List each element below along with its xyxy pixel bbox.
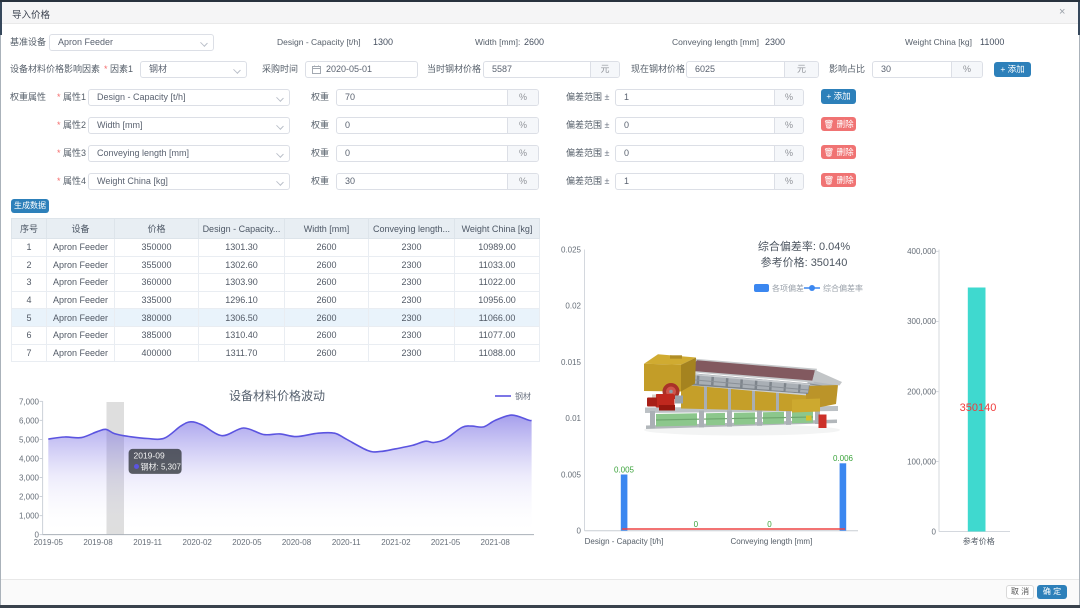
svg-text:0: 0 xyxy=(694,520,699,529)
svg-text:0: 0 xyxy=(577,527,582,536)
svg-text:参考价格: 350140: 参考价格: 350140 xyxy=(761,255,848,269)
svg-text:钢材: 5,307: 钢材: 5,307 xyxy=(141,461,182,471)
svg-text:Conveying length [mm]: Conveying length [mm] xyxy=(730,537,812,546)
svg-text:2020-02: 2020-02 xyxy=(183,538,213,547)
svg-text:2020-11: 2020-11 xyxy=(332,538,361,547)
svg-text:2021-08: 2021-08 xyxy=(481,538,511,547)
svg-text:2020-08: 2020-08 xyxy=(282,538,312,547)
svg-text:2019-09: 2019-09 xyxy=(134,451,165,461)
svg-text:Design - Capacity [t/h]: Design - Capacity [t/h] xyxy=(585,537,664,546)
svg-text:4,000: 4,000 xyxy=(19,454,40,463)
svg-text:5,000: 5,000 xyxy=(19,435,40,444)
svg-text:1,000: 1,000 xyxy=(19,511,40,520)
svg-text:参考价格: 参考价格 xyxy=(963,536,995,546)
svg-text:设备材料价格波动: 设备材料价格波动 xyxy=(229,388,325,403)
svg-text:0.015: 0.015 xyxy=(561,358,582,367)
svg-text:6,000: 6,000 xyxy=(19,416,40,425)
svg-text:综合偏差率: 综合偏差率 xyxy=(823,283,863,293)
svg-text:0.02: 0.02 xyxy=(565,302,581,311)
svg-text:0: 0 xyxy=(767,520,772,529)
svg-text:0.006: 0.006 xyxy=(833,454,854,463)
svg-text:综合偏差率: 0.04%: 综合偏差率: 0.04% xyxy=(758,239,851,253)
svg-text:2021-05: 2021-05 xyxy=(431,538,461,547)
svg-text:2021-02: 2021-02 xyxy=(381,538,411,547)
svg-text:2019-05: 2019-05 xyxy=(34,538,64,547)
svg-text:0: 0 xyxy=(932,528,937,537)
svg-text:0.025: 0.025 xyxy=(561,246,582,255)
svg-text:300,000: 300,000 xyxy=(907,317,936,326)
svg-text:2,000: 2,000 xyxy=(19,492,40,501)
svg-text:2019-11: 2019-11 xyxy=(133,538,162,547)
svg-text:2020-05: 2020-05 xyxy=(232,538,262,547)
svg-text:100,000: 100,000 xyxy=(907,457,936,466)
svg-text:2019-08: 2019-08 xyxy=(83,538,113,547)
svg-text:0.01: 0.01 xyxy=(565,414,581,423)
svg-text:350140: 350140 xyxy=(960,402,997,414)
svg-text:7,000: 7,000 xyxy=(19,397,40,406)
svg-text:钢材: 钢材 xyxy=(515,391,531,401)
svg-text:0.005: 0.005 xyxy=(614,466,635,475)
svg-text:各项偏差: 各项偏差 xyxy=(772,283,804,293)
svg-text:3,000: 3,000 xyxy=(19,473,40,482)
svg-text:0.005: 0.005 xyxy=(561,471,582,480)
svg-text:400,000: 400,000 xyxy=(907,247,936,256)
svg-text:200,000: 200,000 xyxy=(907,387,936,396)
